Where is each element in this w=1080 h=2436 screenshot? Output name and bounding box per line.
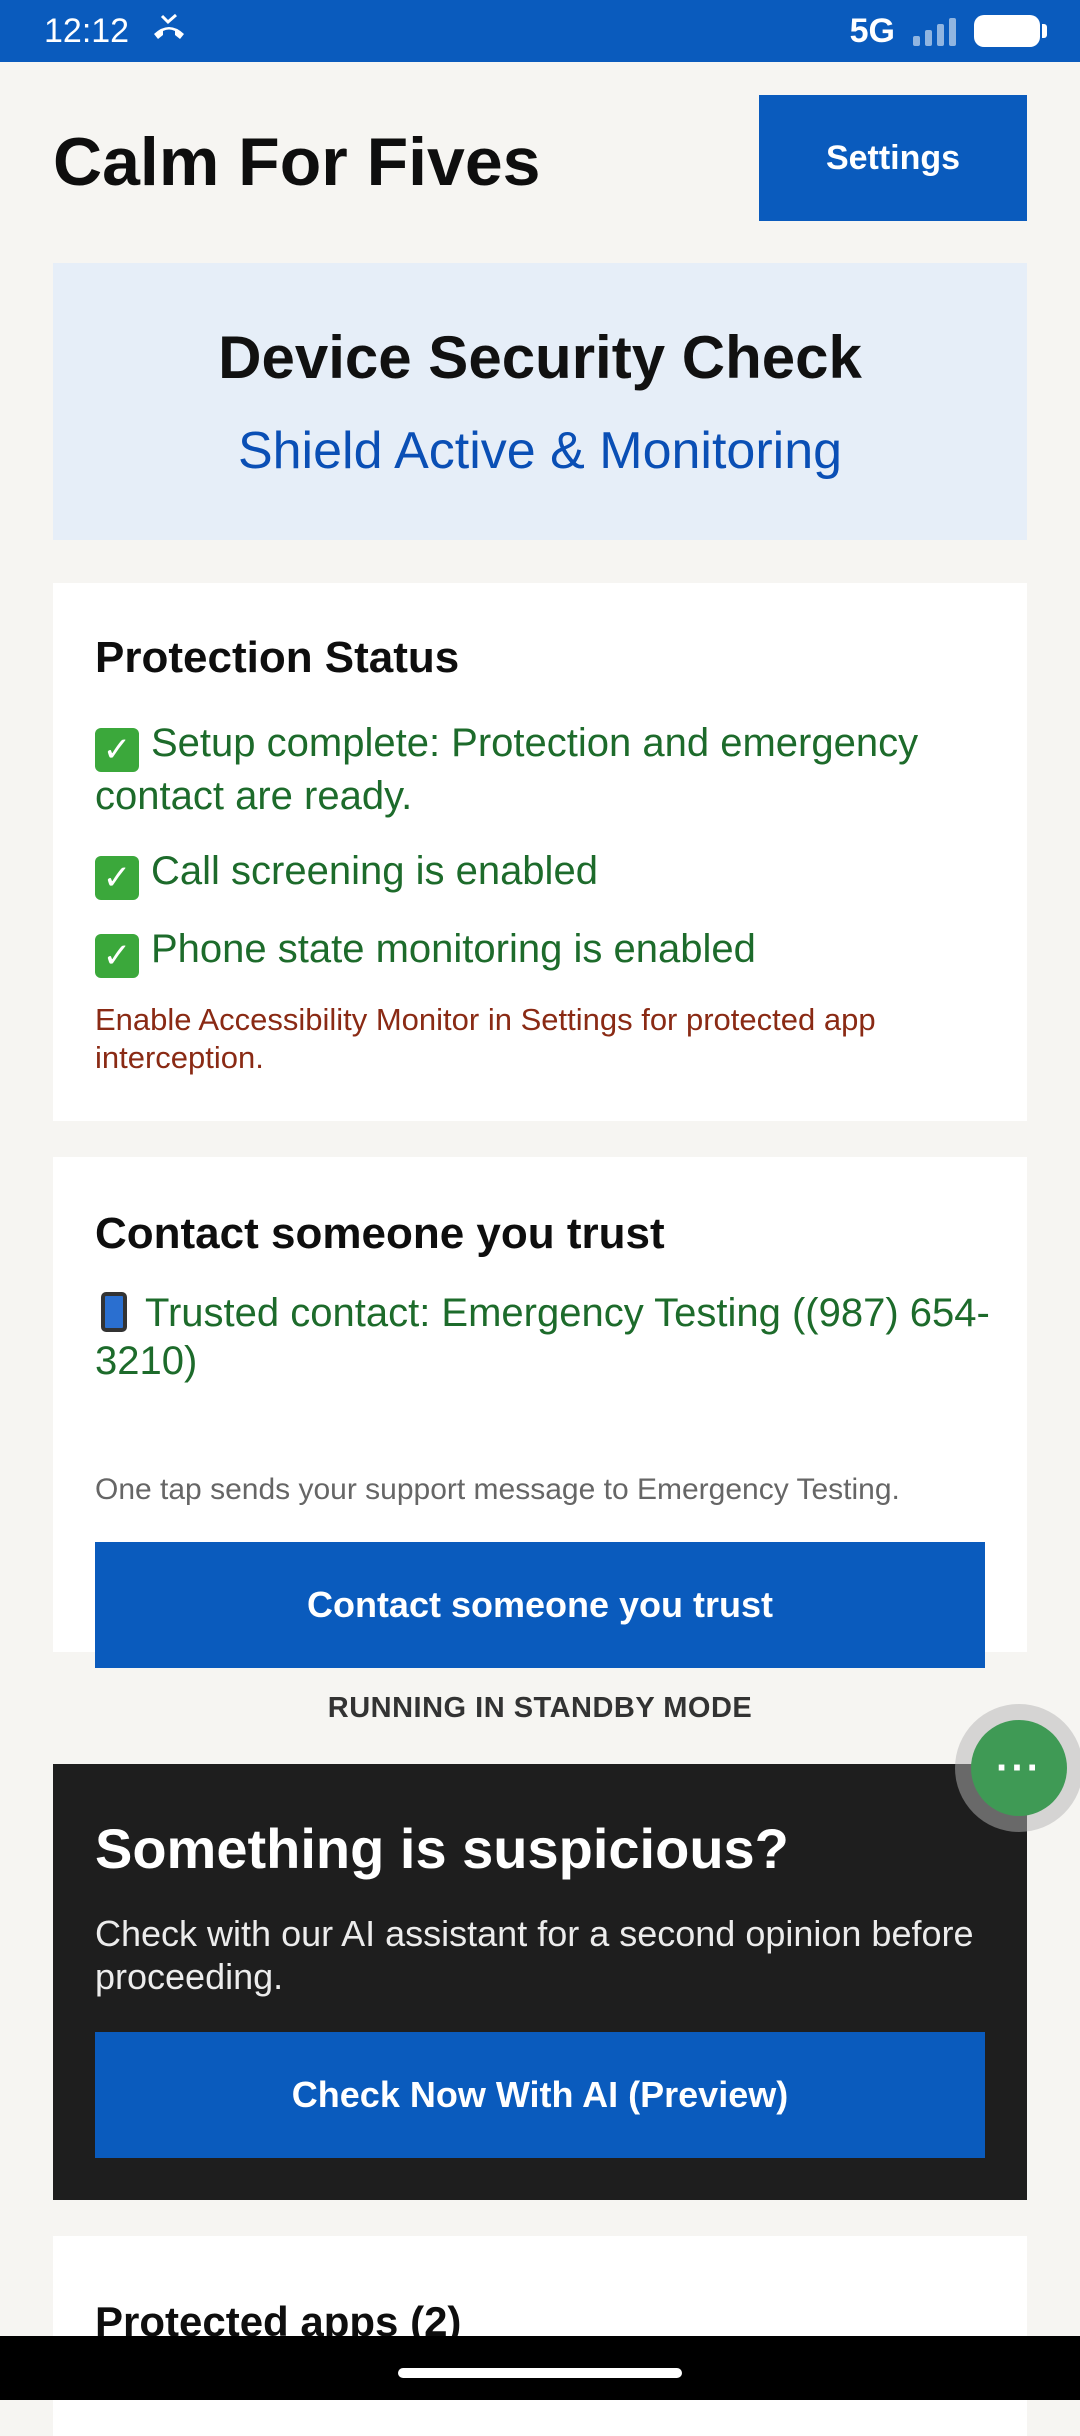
trusted-contact-heading: Contact someone you trust — [95, 1209, 665, 1258]
status-bar: 12:12 5G — [0, 0, 1080, 62]
floating-menu-button[interactable]: ··· — [955, 1704, 1080, 1832]
trusted-contact-info: Trusted contact: Emergency Testing ((987… — [95, 1291, 990, 1383]
check-with-ai-button[interactable]: Check Now With AI (Preview) — [95, 2032, 985, 2158]
status-item-phone-state: ✓ Phone state monitoring is enabled — [95, 925, 995, 978]
check-icon: ✓ — [95, 728, 139, 772]
app-header: Calm For Fives Settings — [53, 95, 1027, 221]
settings-button[interactable]: Settings — [759, 95, 1027, 221]
navigation-bar — [0, 2336, 1080, 2400]
contact-trusted-button[interactable]: Contact someone you trust — [95, 1542, 985, 1668]
suspicious-title: Something is suspicious? — [95, 1817, 789, 1880]
check-icon: ✓ — [95, 856, 139, 900]
trusted-contact-hint: One tap sends your support message to Em… — [95, 1473, 900, 1506]
protection-status-card: Protection Status ✓ Setup complete: Prote… — [53, 583, 1027, 1121]
suspicious-check-card: Something is suspicious? Check with our … — [53, 1764, 1027, 2200]
status-item-setup: ✓ Setup complete: Protection and emergenc… — [95, 721, 919, 818]
banner-title: Device Security Check — [218, 324, 862, 391]
trusted-contact-card: Contact someone you trust Trusted contac… — [53, 1157, 1027, 1668]
accessibility-warning: Enable Accessibility Monitor in Settings… — [95, 1002, 876, 1075]
status-item-call-screening: ✓ Call screening is enabled — [95, 847, 995, 900]
more-icon: ··· — [971, 1720, 1067, 1816]
home-gesture-handle[interactable] — [398, 2368, 682, 2378]
signal-icon — [913, 16, 956, 46]
suspicious-subtitle: Check with our AI assistant for a second… — [95, 1913, 974, 1997]
banner-subtitle: Shield Active & Monitoring — [237, 422, 843, 480]
standby-mode-label: RUNNING IN STANDBY MODE — [327, 1692, 753, 1724]
app-title: Calm For Fives — [53, 124, 541, 200]
status-time: 12:12 — [44, 11, 130, 50]
phone-icon — [101, 1292, 127, 1332]
protection-status-heading: Protection Status — [95, 633, 460, 682]
network-type: 5G — [849, 11, 895, 50]
battery-icon — [974, 15, 1047, 47]
security-check-banner: Device Security Check Shield Active & Mo… — [53, 263, 1027, 540]
check-icon: ✓ — [95, 934, 139, 978]
missed-call-icon — [151, 12, 187, 51]
